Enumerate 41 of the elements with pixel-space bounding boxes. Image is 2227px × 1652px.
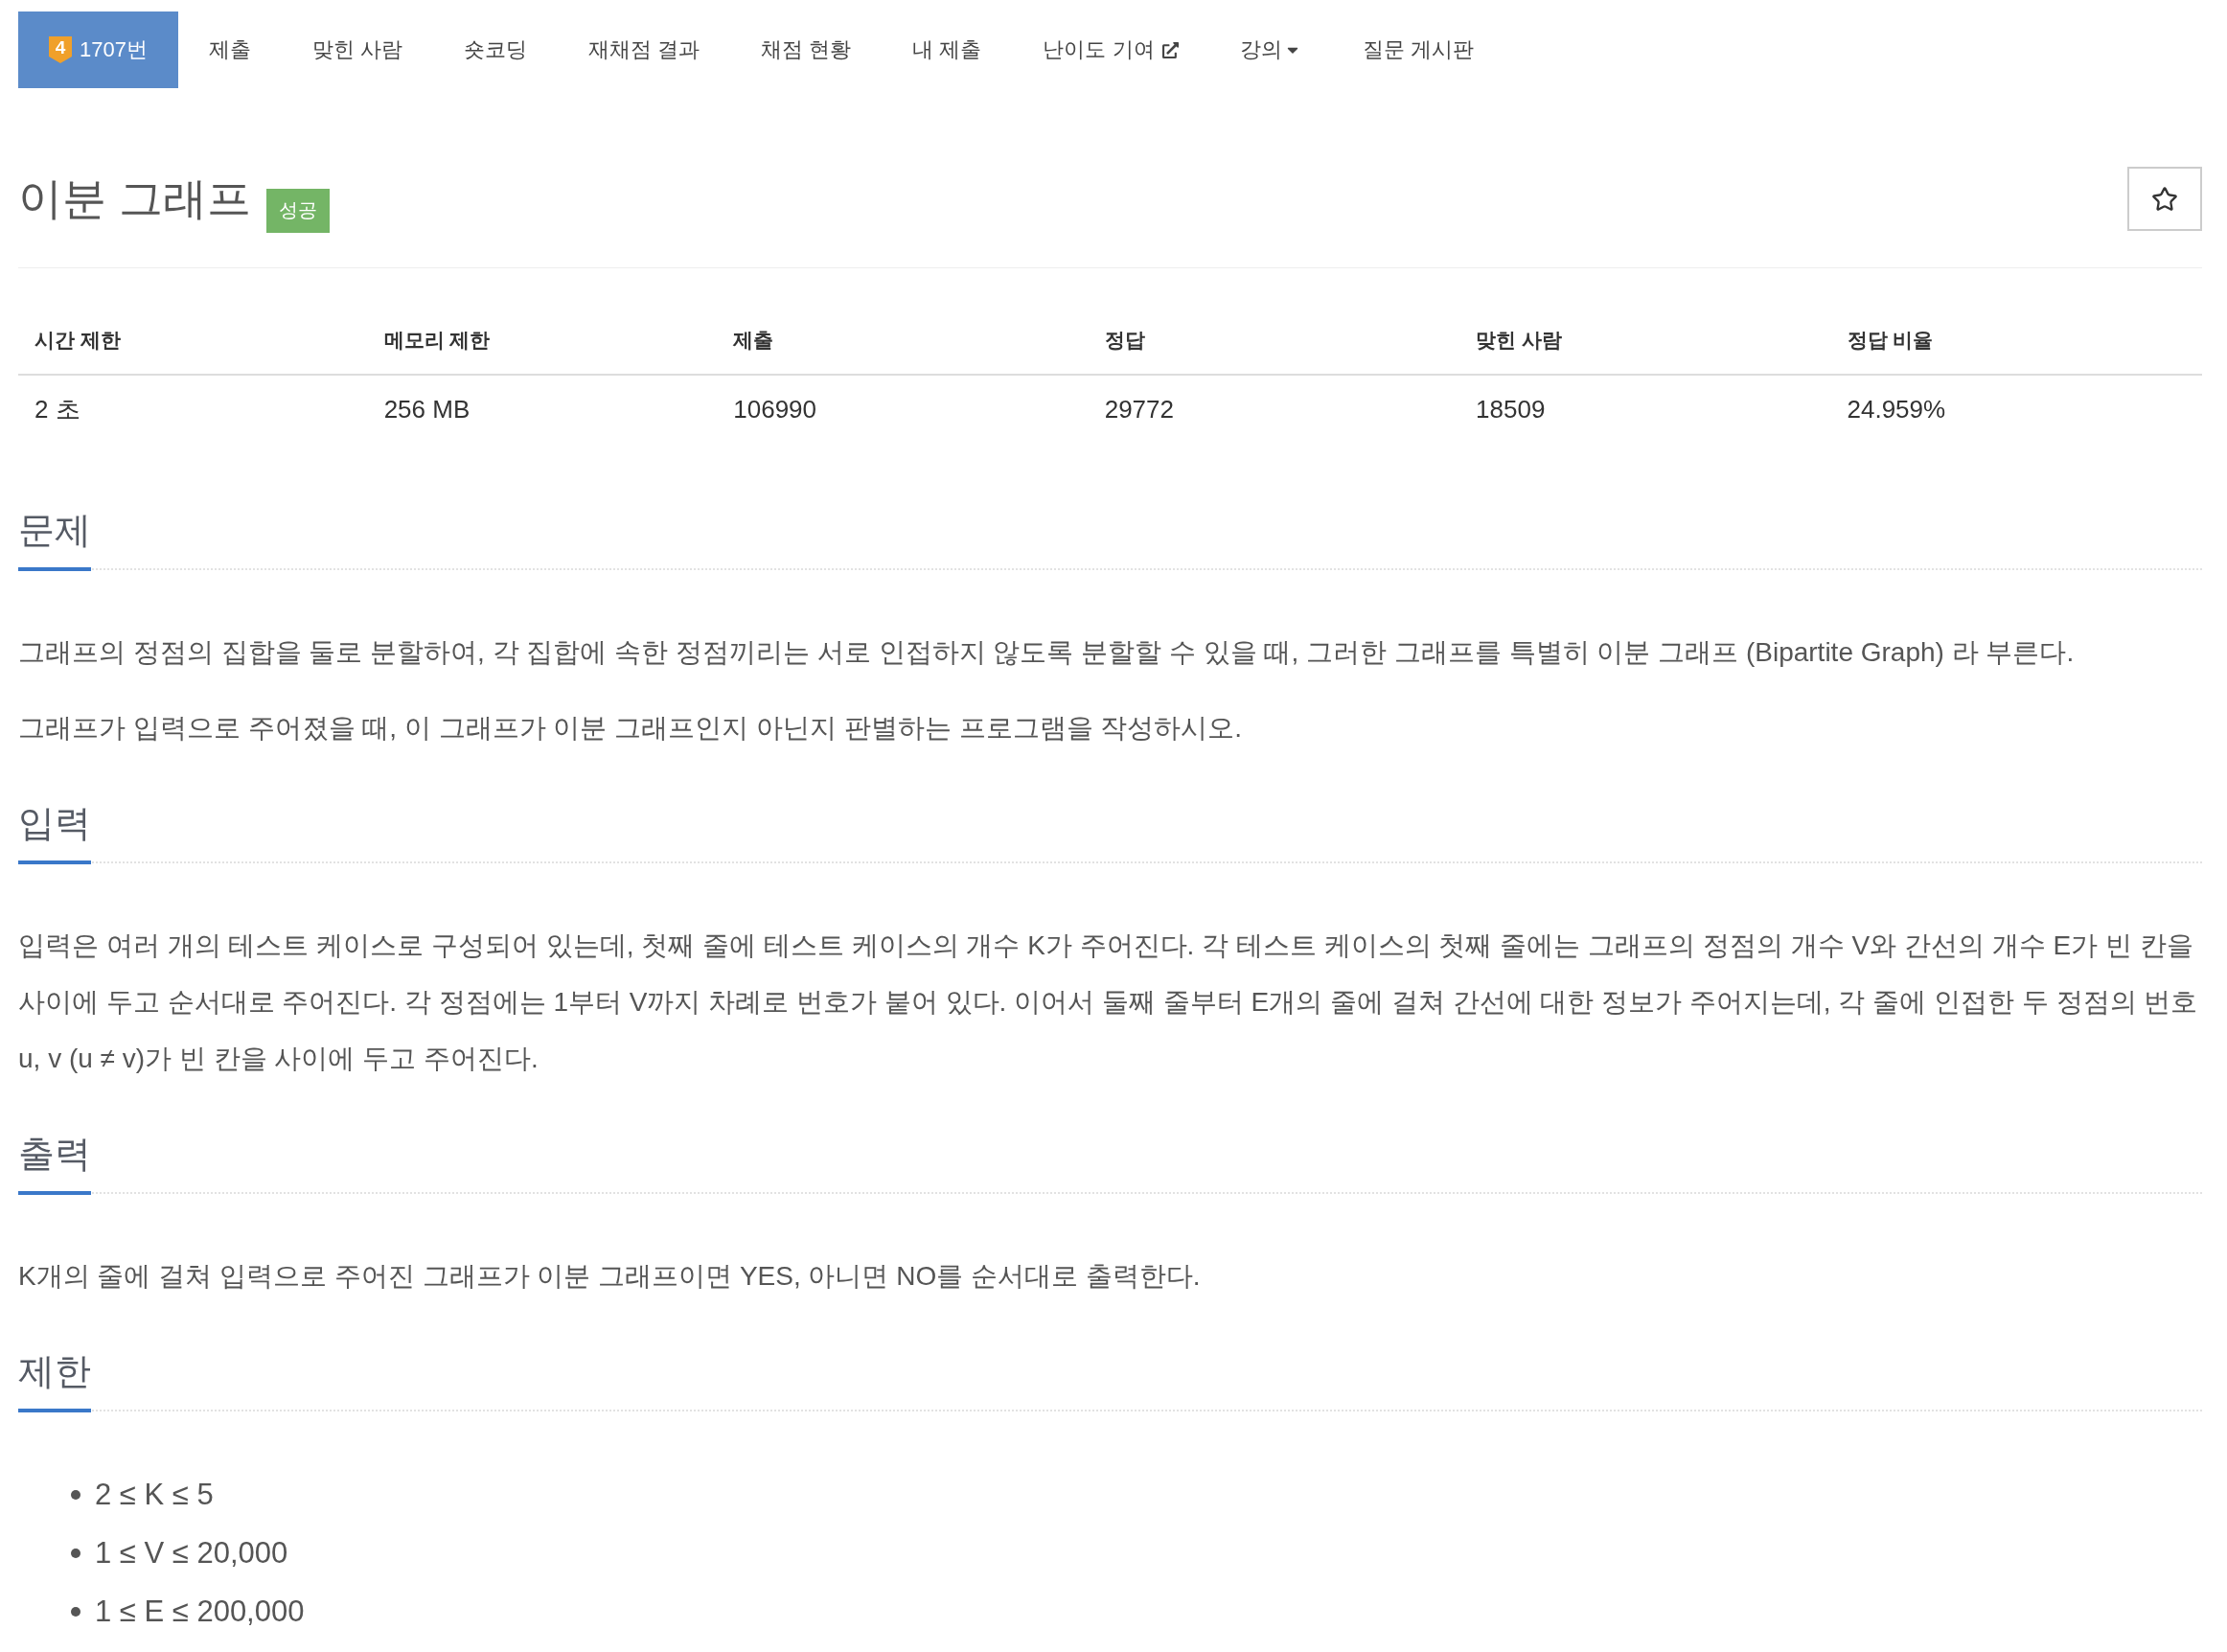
- table-cell-text: 256 MB: [382, 393, 471, 425]
- nav-tab[interactable]: 맞힌 사람: [281, 11, 434, 88]
- section-heading: 입력: [18, 794, 91, 864]
- nav-tab[interactable]: 내 제출: [882, 11, 1013, 88]
- list-item: 2 ≤ K ≤ 5: [95, 1477, 214, 1512]
- column-header: 정답: [1088, 307, 1460, 376]
- nav-tab[interactable]: 난이도 기여: [1012, 11, 1209, 88]
- bullet-icon: [71, 1548, 80, 1558]
- table-cell-text: 18509: [1475, 393, 1547, 425]
- paragraph: 그래프가 입력으로 주어졌을 때, 이 그래프가 이분 그래프인지 아닌지 판별하는 프로그램을 작성하시오.: [18, 712, 1244, 745]
- column-header: 제출: [717, 307, 1089, 376]
- nav-tab[interactable]: 채점 현황: [730, 11, 883, 88]
- paragraph: 그래프의 정점의 집합을 둘로 분할하여, 각 집합에 속한 정점끼리는 서로 인접하지 않도록 분할할 수 있을 때, 그러한 그래프를 특별히 이분 그래프 (Bipartite Graph) 라 부른다.: [18, 636, 2076, 669]
- nav-tab[interactable]: 4 1707번: [18, 11, 178, 88]
- paragraph: 입력은 여러 개의 테스트 케이스로 구성되어 있는데, 첫째 줄에 테스트 케이스의 개수 K가 주어진다. 각 테스트 케이스의 첫째 줄에는 그래프의 정점의 개수 V와 간선의 개수 E가 빈 칸을 사이에 두고 순서대로 주어진다. 각 정점에는 1부터 V까지 차례로 번호가 붙어 있다. 이어서 둘째 줄부터 E개의 줄에 걸쳐 간선에 대한 정보가 주어지는데, 각 줄에 인접한 두 정점의 번호 u, v (u ≠ v)가 빈 칸을 사이에 두고 주어진다.: [18, 929, 2199, 1075]
- table-cell-text: 106990: [732, 393, 817, 425]
- column-header: 메모리 제한: [367, 307, 718, 376]
- table-cell-text: 2 초: [34, 393, 81, 425]
- nav-tab[interactable]: 제출: [177, 11, 282, 88]
- table-cell-text: 29772: [1103, 393, 1175, 425]
- list-item: 1 ≤ E ≤ 200,000: [95, 1594, 305, 1629]
- external-link-icon: [1161, 41, 1179, 58]
- column-header: 정답 비율: [1830, 307, 2202, 376]
- nav-tab[interactable]: 질문 게시판: [1331, 11, 1504, 88]
- nav-tab[interactable]: 강의: [1208, 11, 1332, 88]
- nav-tab[interactable]: 재채점 결과: [558, 11, 731, 88]
- column-header: 시간 제한: [18, 307, 368, 376]
- nav-tab[interactable]: 숏코딩: [433, 11, 559, 88]
- list-item: 1 ≤ V ≤ 20,000: [95, 1535, 288, 1571]
- paragraph: K개의 줄에 걸쳐 입력으로 주어진 그래프가 이분 그래프이면 YES, 아니면 NO를 순서대로 출력한다.: [18, 1260, 1202, 1293]
- bullet-icon: [71, 1489, 80, 1500]
- status-label: 성공: [265, 188, 330, 233]
- section-heading: 제한: [18, 1342, 91, 1412]
- section-heading: 출력: [18, 1125, 91, 1195]
- section-heading: 문제: [18, 501, 91, 571]
- star-button[interactable]: [2127, 167, 2202, 231]
- problem-title: 이분 그래프: [18, 172, 251, 225]
- column-header: 맞힌 사람: [1459, 307, 1831, 376]
- table-cell-text: 24.959%: [1846, 393, 1947, 425]
- bullet-icon: [71, 1606, 80, 1617]
- tier-badge: 4: [49, 36, 72, 63]
